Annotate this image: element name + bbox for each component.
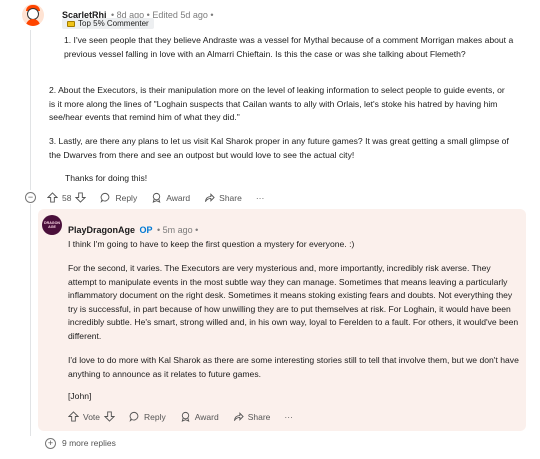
more-replies-link[interactable]: 9 more replies	[62, 438, 116, 449]
share-label: Share	[247, 411, 271, 422]
thread-line-replies	[30, 204, 31, 436]
op-avatar-logo: DRAGON AGE	[44, 221, 60, 229]
reply-meta: • 5m ago •	[156, 225, 199, 235]
comment-paragraph: 2. About the Executors, is their manipul…	[49, 85, 505, 123]
reply-signature: [John]	[68, 391, 92, 401]
reply-paragraph: I'd love to do more with Kal Sharok as t…	[68, 355, 519, 379]
comment-paragraph: 1. I've seen people that they believe An…	[64, 35, 514, 59]
award-label: Award	[166, 192, 191, 203]
comment-actions: 58 Reply Award Share ···	[47, 192, 278, 203]
share-button[interactable]: Share	[204, 192, 242, 203]
reply-button[interactable]: Reply	[129, 411, 166, 422]
more-options-button[interactable]: ···	[284, 412, 293, 422]
user-flair: Top 5% Commenter	[62, 18, 154, 29]
comment-paragraph: 3. Lastly, are there any plans to let us…	[49, 136, 509, 160]
award-label: Award	[194, 411, 219, 422]
badge-icon	[67, 20, 75, 27]
reply-label: Reply	[144, 411, 166, 422]
reply-paragraph: I think I'm going to have to keep the fi…	[68, 239, 355, 249]
comment-paragraph: Thanks for doing this!	[65, 173, 148, 183]
award-icon	[181, 411, 190, 422]
upvote-icon[interactable]	[47, 192, 58, 203]
comment-icon	[100, 192, 110, 203]
reply-actions: Vote Reply Award Share ···	[68, 411, 307, 422]
avatar[interactable]	[22, 4, 44, 26]
thread-line-parent	[30, 30, 31, 190]
upvote-icon[interactable]	[68, 411, 79, 422]
more-options-button[interactable]: ···	[256, 193, 265, 203]
award-icon	[152, 192, 161, 203]
op-avatar[interactable]: DRAGON AGE	[42, 215, 62, 235]
award-button[interactable]: Award	[151, 192, 190, 203]
downvote-icon[interactable]	[75, 192, 87, 203]
share-icon	[205, 193, 215, 202]
share-button[interactable]: Share	[233, 411, 271, 422]
reply-label: Reply	[115, 192, 138, 203]
vote-group: Vote	[68, 411, 116, 422]
vote-label: Vote	[83, 411, 101, 422]
upvote-group: 58	[47, 192, 87, 203]
op-username[interactable]: PlayDragonAge	[68, 225, 135, 235]
more-options-icon: ···	[255, 192, 265, 203]
share-icon	[233, 412, 244, 421]
more-options-icon: ···	[284, 411, 293, 422]
reply-header: PlayDragonAge OP • 5m ago •	[68, 220, 198, 238]
op-badge: OP	[139, 225, 153, 235]
reply-button[interactable]: Reply	[100, 192, 137, 203]
collapse-thread-button[interactable]: −	[25, 192, 36, 203]
flair-label: Top 5% Commenter	[78, 19, 149, 28]
vote-count: 58	[62, 192, 72, 203]
comment-icon	[129, 411, 139, 422]
downvote-icon[interactable]	[104, 411, 116, 422]
reply-paragraph: For the second, it varies. The Executors…	[68, 263, 519, 341]
expand-replies-icon[interactable]: +	[45, 438, 56, 449]
award-button[interactable]: Award	[180, 411, 219, 422]
share-label: Share	[219, 192, 242, 203]
